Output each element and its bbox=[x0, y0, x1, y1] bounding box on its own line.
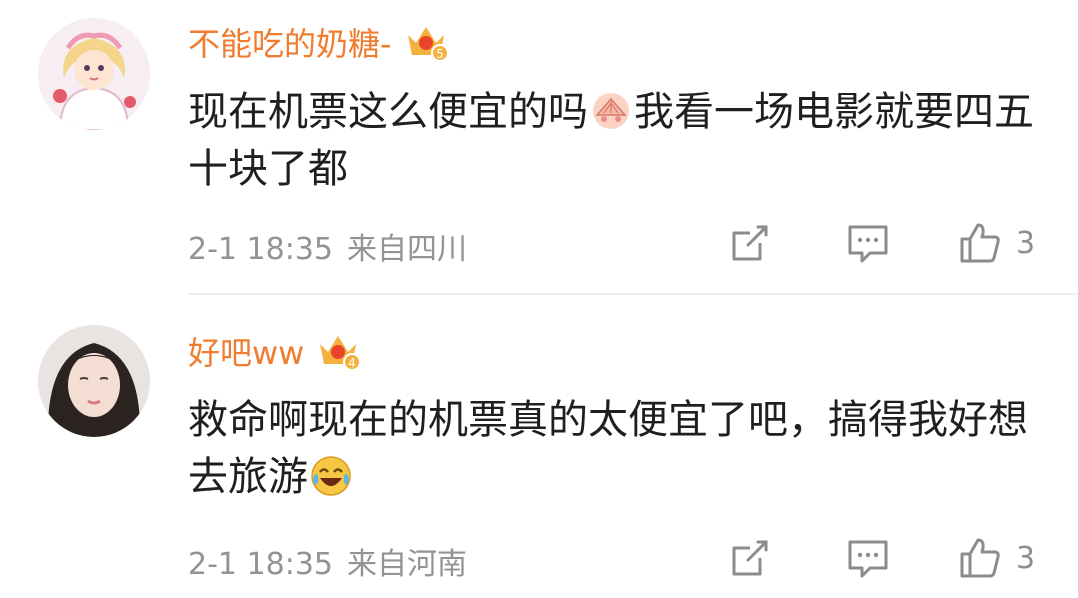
username[interactable]: 好吧ww bbox=[188, 328, 304, 374]
name-row: 不能吃的奶糖- 5 bbox=[188, 18, 448, 66]
comment-meta: 2-1 18:35 来自河南 bbox=[188, 539, 467, 583]
anime-girl-avatar-image bbox=[38, 18, 150, 130]
comment-item: 好吧ww 4 救命啊现在的机票真的太便宜了吧，搞得我好想去旅游 2-1 18:3… bbox=[0, 295, 1078, 598]
thumbs-up-icon bbox=[960, 538, 1000, 578]
comment-actions: 3 bbox=[728, 218, 1058, 268]
timestamp: 2-1 18:35 bbox=[188, 232, 333, 267]
like-count: 3 bbox=[1016, 225, 1036, 261]
reply-button[interactable] bbox=[846, 218, 890, 268]
comment-meta: 2-1 18:35 来自四川 bbox=[188, 224, 467, 268]
comment-icon bbox=[848, 225, 888, 263]
comment-actions: 3 bbox=[728, 533, 1058, 583]
comment-text: 现在机票这么便宜的吗 我看一场电影就要四五十块了都 bbox=[188, 84, 1048, 198]
comment-text-part: 现在机票这么便宜的吗 bbox=[188, 89, 588, 135]
username[interactable]: 不能吃的奶糖- bbox=[188, 19, 392, 65]
share-button[interactable] bbox=[728, 218, 772, 268]
laugh-cry-emoji-icon bbox=[311, 456, 351, 496]
name-row: 好吧ww 4 bbox=[188, 327, 361, 375]
vip-level: 5 bbox=[436, 47, 444, 61]
share-icon bbox=[732, 225, 768, 261]
like-button[interactable]: 3 bbox=[958, 218, 1035, 268]
vip-level: 4 bbox=[349, 356, 357, 370]
vip-crown-icon: 4 bbox=[320, 336, 361, 371]
location: 来自四川 bbox=[347, 232, 467, 267]
comment-text: 救命啊现在的机票真的太便宜了吧，搞得我好想去旅游 bbox=[188, 392, 1048, 506]
location: 来自河南 bbox=[347, 547, 467, 582]
like-count: 3 bbox=[1016, 540, 1036, 576]
avatar[interactable] bbox=[38, 325, 150, 437]
vip-crown-icon: 5 bbox=[407, 27, 448, 62]
reply-button[interactable] bbox=[846, 533, 890, 583]
share-button[interactable] bbox=[728, 533, 772, 583]
woman-portrait-avatar-image bbox=[38, 325, 150, 437]
timestamp: 2-1 18:35 bbox=[188, 547, 333, 582]
share-icon bbox=[732, 540, 768, 576]
avatar[interactable] bbox=[38, 18, 150, 130]
comment-item: 不能吃的奶糖- 5 现在机票这么便宜的吗 我看一场电影就要四五十块了都 2-1 … bbox=[0, 0, 1078, 295]
comment-icon bbox=[848, 540, 888, 578]
like-button[interactable]: 3 bbox=[958, 533, 1035, 583]
shy-fan-emoji-icon bbox=[593, 93, 629, 129]
thumbs-up-icon bbox=[960, 223, 1000, 263]
